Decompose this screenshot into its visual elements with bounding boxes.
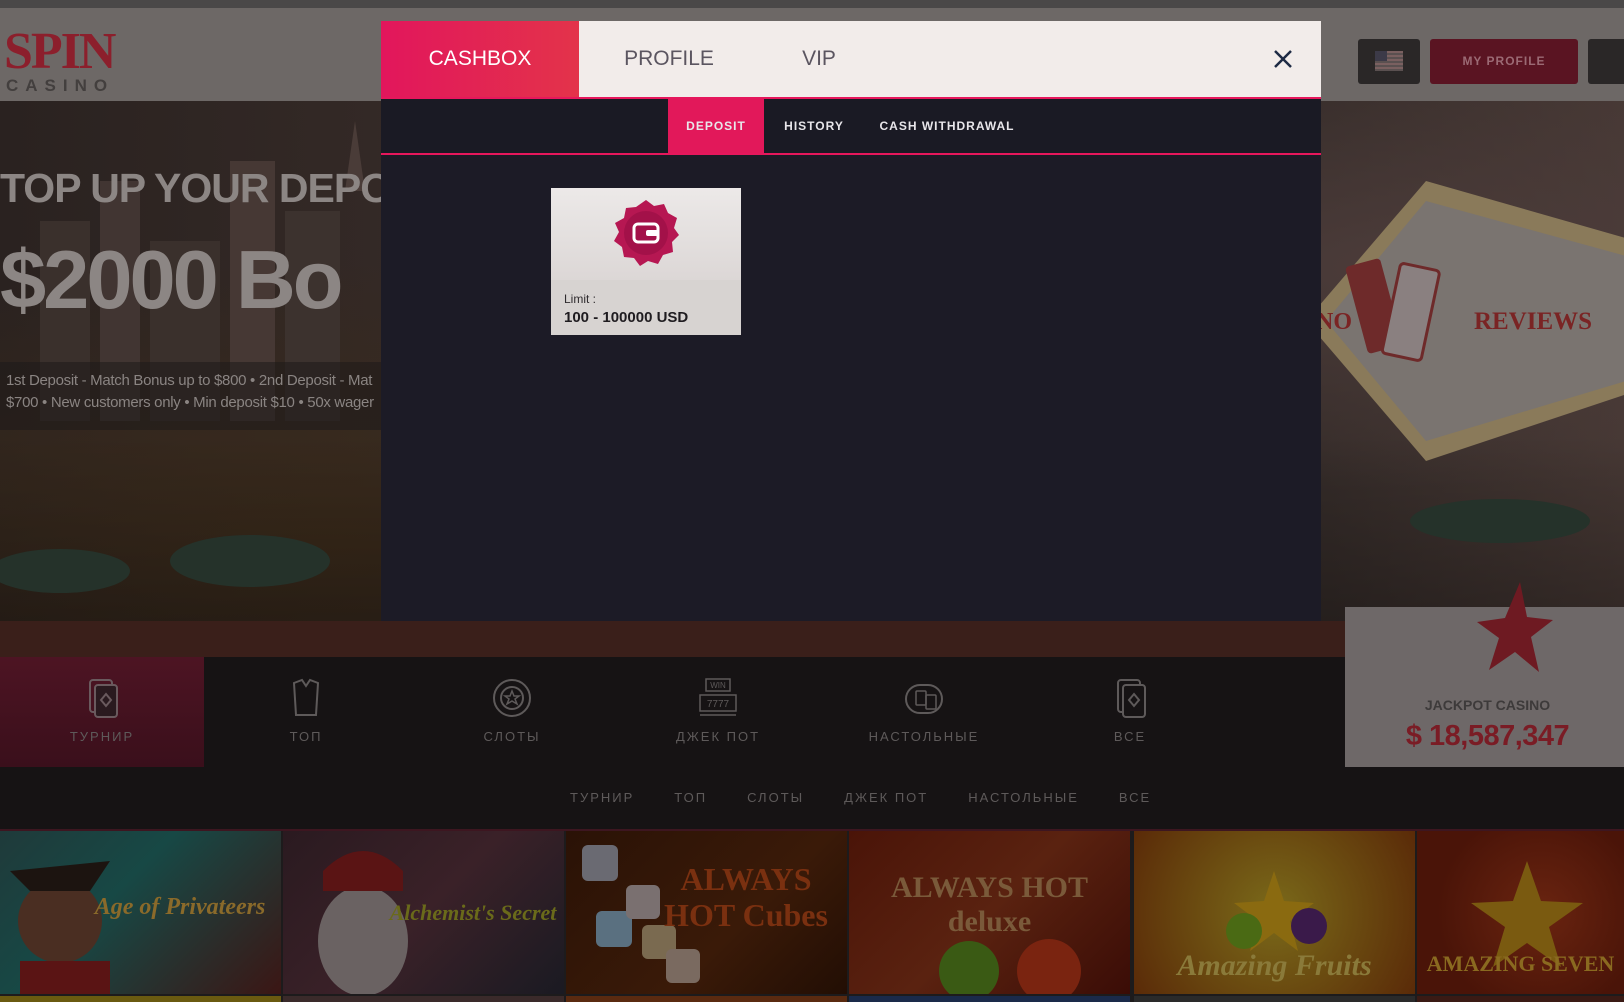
game-tile[interactable]: ALWAYS HOT deluxe [849,831,1130,994]
header-extra-button[interactable] [1588,39,1624,84]
category-label: ТОП [289,729,323,744]
category-bar: ТУРНИР ТОП СЛОТЫ WIN 7777 ДЖЕК ПОТ НАСТОЛ… [0,657,1345,769]
category-label: ВСЕ [1113,729,1147,744]
category-label: НАСТОЛЬНЫЕ [868,729,980,744]
language-selector-button[interactable] [1358,39,1420,84]
jackpot-widget[interactable]: JACKPOT CASINO $ 18,587,347 [1345,582,1624,767]
game-row-strip [283,996,564,1002]
tab-profile[interactable]: PROFILE [579,21,759,97]
game-row-strip [0,996,281,1002]
promo-terms-line-1: 1st Deposit - Match Bonus up to $800 • 2… [6,372,373,389]
jackpot-amount: $ 18,587,347 [1405,720,1570,752]
card-icon [89,679,118,718]
subtab-deposit[interactable]: DEPOSIT [668,99,764,153]
tab-vip[interactable]: VIP [759,21,879,97]
modal-tab-bar: CASHBOX PROFILE VIP [381,21,1321,99]
category-top[interactable]: ТОП [204,657,408,767]
subnav-item[interactable]: ТОП [674,790,707,805]
game-title: AMAZING SEVEN [1426,951,1615,976]
reviews-sign-text: REVIEWS [1474,308,1592,335]
game-tile[interactable]: Age of Privateers [0,831,281,994]
cashbox-subtab-bar: DEPOSIT HISTORY CASH WITHDRAWAL [381,99,1321,155]
promo-terms-line-2: $700 • New customers only • Min deposit … [6,394,374,411]
payment-method-logo-area [551,188,741,280]
game-title: Alchemist's Secret [389,900,557,925]
game-title: Age of Privateers [94,894,266,920]
payment-method-limits: Limit : 100 - 100000 USD [551,280,741,335]
close-icon[interactable] [1271,47,1295,71]
star-icon [1477,582,1553,672]
game-row-strip [566,996,847,1002]
game-row-strip [1417,996,1624,1002]
game-tile[interactable]: AMAZING SEVEN [1417,831,1624,994]
cashbox-modal: CASHBOX PROFILE VIP DEPOSIT HISTORY CASH… [381,21,1321,621]
game-title: Amazing Fruits [1177,949,1372,982]
category-jackpot[interactable]: WIN 7777 ДЖЕК ПОТ [616,657,820,767]
game-category-subnav: ТУРНИР ТОП СЛОТЫ ДЖЕК ПОТ НАСТОЛЬНЫЕ ВСЕ [0,767,1624,831]
subnav-item[interactable]: СЛОТЫ [747,790,804,805]
category-all[interactable]: ВСЕ [1028,657,1232,767]
subnav-item[interactable]: ДЖЕК ПОТ [844,790,928,805]
chip-icon [493,679,531,717]
subnav-item[interactable]: ТУРНИР [570,790,634,805]
category-slots[interactable]: СЛОТЫ [410,657,614,767]
spin-casino-logo[interactable]: SPIN CASINO [4,23,124,98]
logo-wordmark: SPIN [4,23,116,80]
us-flag-icon [1375,51,1403,71]
subnav-item[interactable]: НАСТОЛЬНЫЕ [968,790,1079,805]
slot-win-text: WIN [710,681,726,690]
category-tournament[interactable]: ТУРНИР [0,657,204,767]
game-tile[interactable]: ALWAYS HOT Cubes [566,831,847,994]
game-tile[interactable]: Alchemist's Secret [283,831,564,994]
tab-cashbox[interactable]: CASHBOX [381,21,579,97]
reviews-sign-left-text: NO [1316,309,1352,335]
game-row-strip [1134,996,1415,1002]
category-label: ДЖЕК ПОТ [675,729,761,744]
game-tile[interactable]: Amazing Fruits [1134,831,1415,994]
category-label: ТУРНИР [69,729,135,744]
promo-headline: TOP UP YOUR DEPO [0,165,392,211]
browser-top-strip [0,0,1624,8]
limit-value: 100 - 100000 USD [564,309,689,326]
table-icon [905,684,943,714]
wallet-icon [614,200,679,266]
promo-terms: 1st Deposit - Match Bonus up to $800 • 2… [0,362,381,430]
promo-bonus-amount: $2000 Bo [0,233,344,326]
limit-label: Limit : [564,292,597,306]
slot-machine-icon: WIN 7777 [699,678,737,716]
subnav-item[interactable]: ВСЕ [1119,790,1151,805]
category-label: СЛОТЫ [483,729,541,744]
jackpot-label: JACKPOT CASINO [1424,697,1551,713]
card-icon [1117,679,1146,718]
shirt-icon [292,678,320,716]
payment-method-card[interactable]: Limit : 100 - 100000 USD [551,188,741,335]
category-table-games[interactable]: НАСТОЛЬНЫЕ [822,657,1026,767]
subtab-history[interactable]: HISTORY [764,99,864,153]
games-grid: Age of Privateers Alchemist's Secret ALW… [0,831,1624,1002]
casino-reviews-sign: NO REVIEWS [1316,181,1624,461]
game-row-strip [849,996,1130,1002]
game-title: ALWAYS HOT Cubes [664,861,828,933]
slot-reels-text: 7777 [707,699,730,710]
logo-subtitle: CASINO [6,76,115,95]
subtab-cash-withdrawal[interactable]: CASH WITHDRAWAL [864,99,1030,153]
game-title: ALWAYS HOT deluxe [890,871,1089,938]
my-profile-button[interactable]: MY PROFILE [1430,39,1578,84]
